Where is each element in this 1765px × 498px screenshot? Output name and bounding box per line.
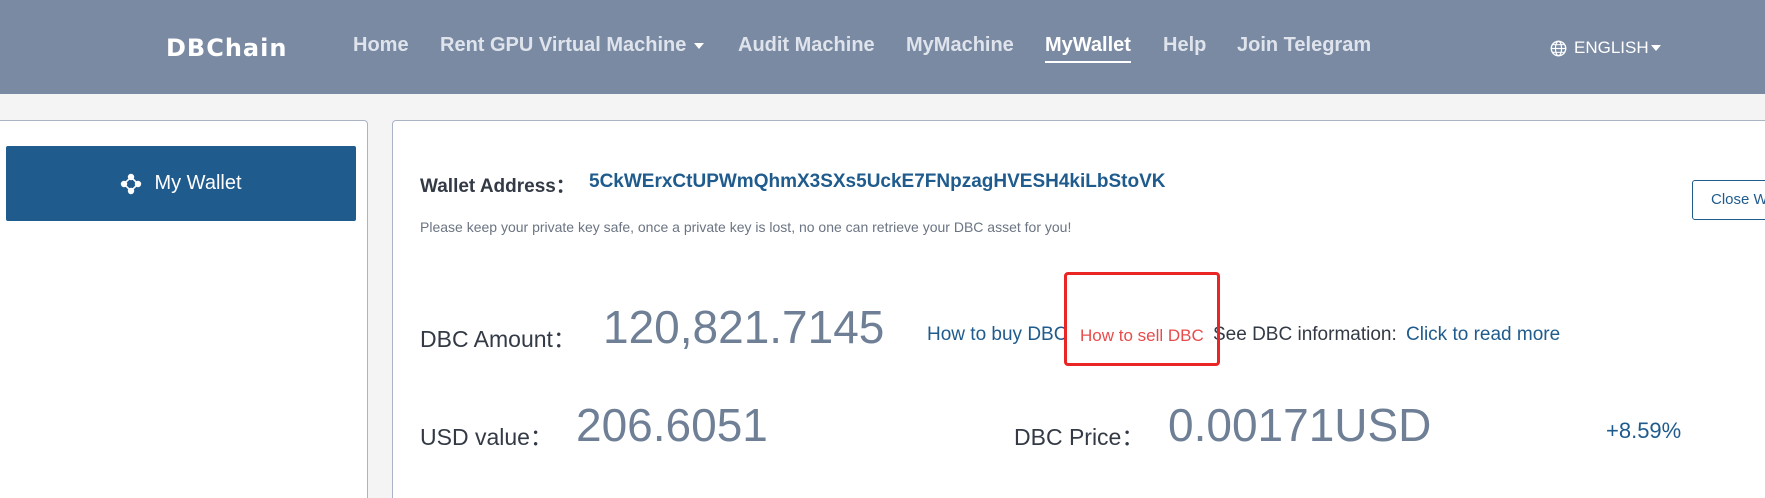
nav-rent-gpu-label: Rent GPU Virtual Machine [440,34,687,56]
nav-help[interactable]: Help [1163,34,1206,57]
language-selector[interactable]: ENGLISH [1550,38,1661,58]
sidebar-item-my-wallet[interactable]: My Wallet [6,146,356,221]
see-dbc-info-label: See DBC information: [1213,324,1397,345]
dbc-price-value: 0.00171USD [1168,399,1432,451]
wallet-nodes-icon [121,173,142,194]
private-key-warning: Please keep your private key safe, once … [420,219,1072,235]
close-wallet-button[interactable]: Close Wallet [1692,180,1765,220]
chevron-down-icon [694,42,705,49]
price-change-badge: +8.59% [1606,418,1682,443]
nav-rent-gpu[interactable]: Rent GPU Virtual Machine [440,34,705,57]
sidebar-item-label: My Wallet [154,172,242,194]
language-label: ENGLISH [1574,38,1649,57]
usd-value-label: USD value： [420,424,553,450]
wallet-address-value[interactable]: 5CkWErxCtUPWmQhmX3SXs5UckE7FNpzagHVESH4k… [589,171,1165,193]
how-to-buy-link[interactable]: How to buy DBC [927,324,1067,346]
nav-mymachine[interactable]: MyMachine [906,34,1014,57]
dbc-price-label: DBC Price： [1014,424,1145,450]
nav-join-telegram[interactable]: Join Telegram [1237,34,1371,57]
wallet-address-label: Wallet Address： [420,176,575,197]
nav-mywallet[interactable]: MyWallet [1045,34,1131,63]
dbc-amount-value: 120,821.7145 [603,301,885,353]
nav-audit-machine[interactable]: Audit Machine [738,34,875,57]
usd-value: 206.6051 [576,399,768,451]
nav-home[interactable]: Home [353,34,409,57]
top-navbar: DBChain Home Rent GPU Virtual Machine Au… [0,0,1765,94]
logo[interactable]: DBChain [166,34,287,62]
globe-icon [1550,40,1567,56]
dbc-amount-label: DBC Amount： [420,326,576,352]
read-more-link[interactable]: Click to read more [1406,324,1560,346]
highlight-annotation [1064,272,1220,366]
chevron-down-icon [1650,45,1661,51]
